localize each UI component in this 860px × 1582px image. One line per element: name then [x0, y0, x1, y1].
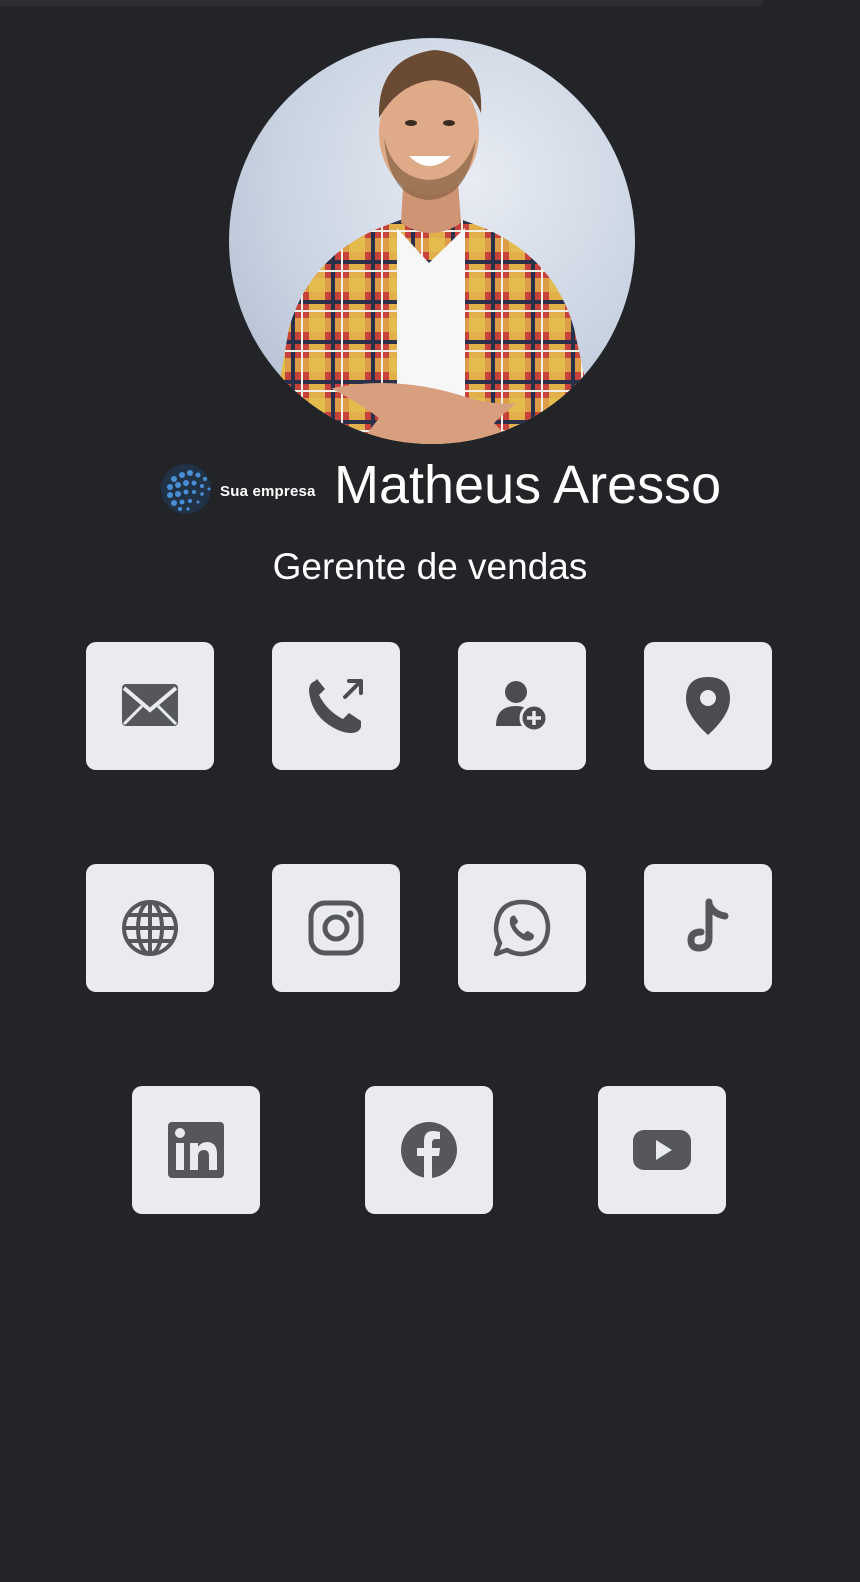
name-row: Sua empresa Matheus Aresso — [160, 455, 760, 525]
job-title: Gerente de vendas — [272, 546, 588, 587]
tiktok-button[interactable] — [644, 864, 772, 992]
company-logo-text: Sua empresa — [220, 483, 316, 500]
instagram-icon — [308, 900, 364, 956]
add-contact-button[interactable] — [458, 642, 586, 770]
youtube-icon — [633, 1130, 691, 1170]
envelope-icon — [122, 684, 178, 726]
phone-outgoing-icon — [309, 679, 363, 733]
globe-icon — [122, 900, 178, 956]
profile-photo — [229, 38, 635, 444]
page: Sua empresa Matheus Aresso Gerente de ve… — [0, 0, 860, 1582]
profile-name: Matheus Aresso — [334, 455, 722, 515]
tiktok-icon — [687, 898, 729, 952]
map-pin-icon — [686, 677, 730, 735]
website-button[interactable] — [86, 864, 214, 992]
call-button[interactable] — [272, 642, 400, 770]
whatsapp-button[interactable] — [458, 864, 586, 992]
profile-photo-illustration — [269, 50, 599, 444]
whatsapp-icon — [493, 899, 551, 957]
company-logo-icon — [161, 464, 211, 514]
youtube-button[interactable] — [598, 1086, 726, 1214]
location-button[interactable] — [644, 642, 772, 770]
instagram-button[interactable] — [272, 864, 400, 992]
top-bar — [0, 0, 762, 6]
linkedin-icon — [168, 1122, 224, 1178]
facebook-icon — [401, 1122, 457, 1178]
company-logo: Sua empresa — [160, 464, 315, 517]
facebook-button[interactable] — [365, 1086, 493, 1214]
email-button[interactable] — [86, 642, 214, 770]
linkedin-button[interactable] — [132, 1086, 260, 1214]
add-contact-icon — [496, 681, 549, 733]
